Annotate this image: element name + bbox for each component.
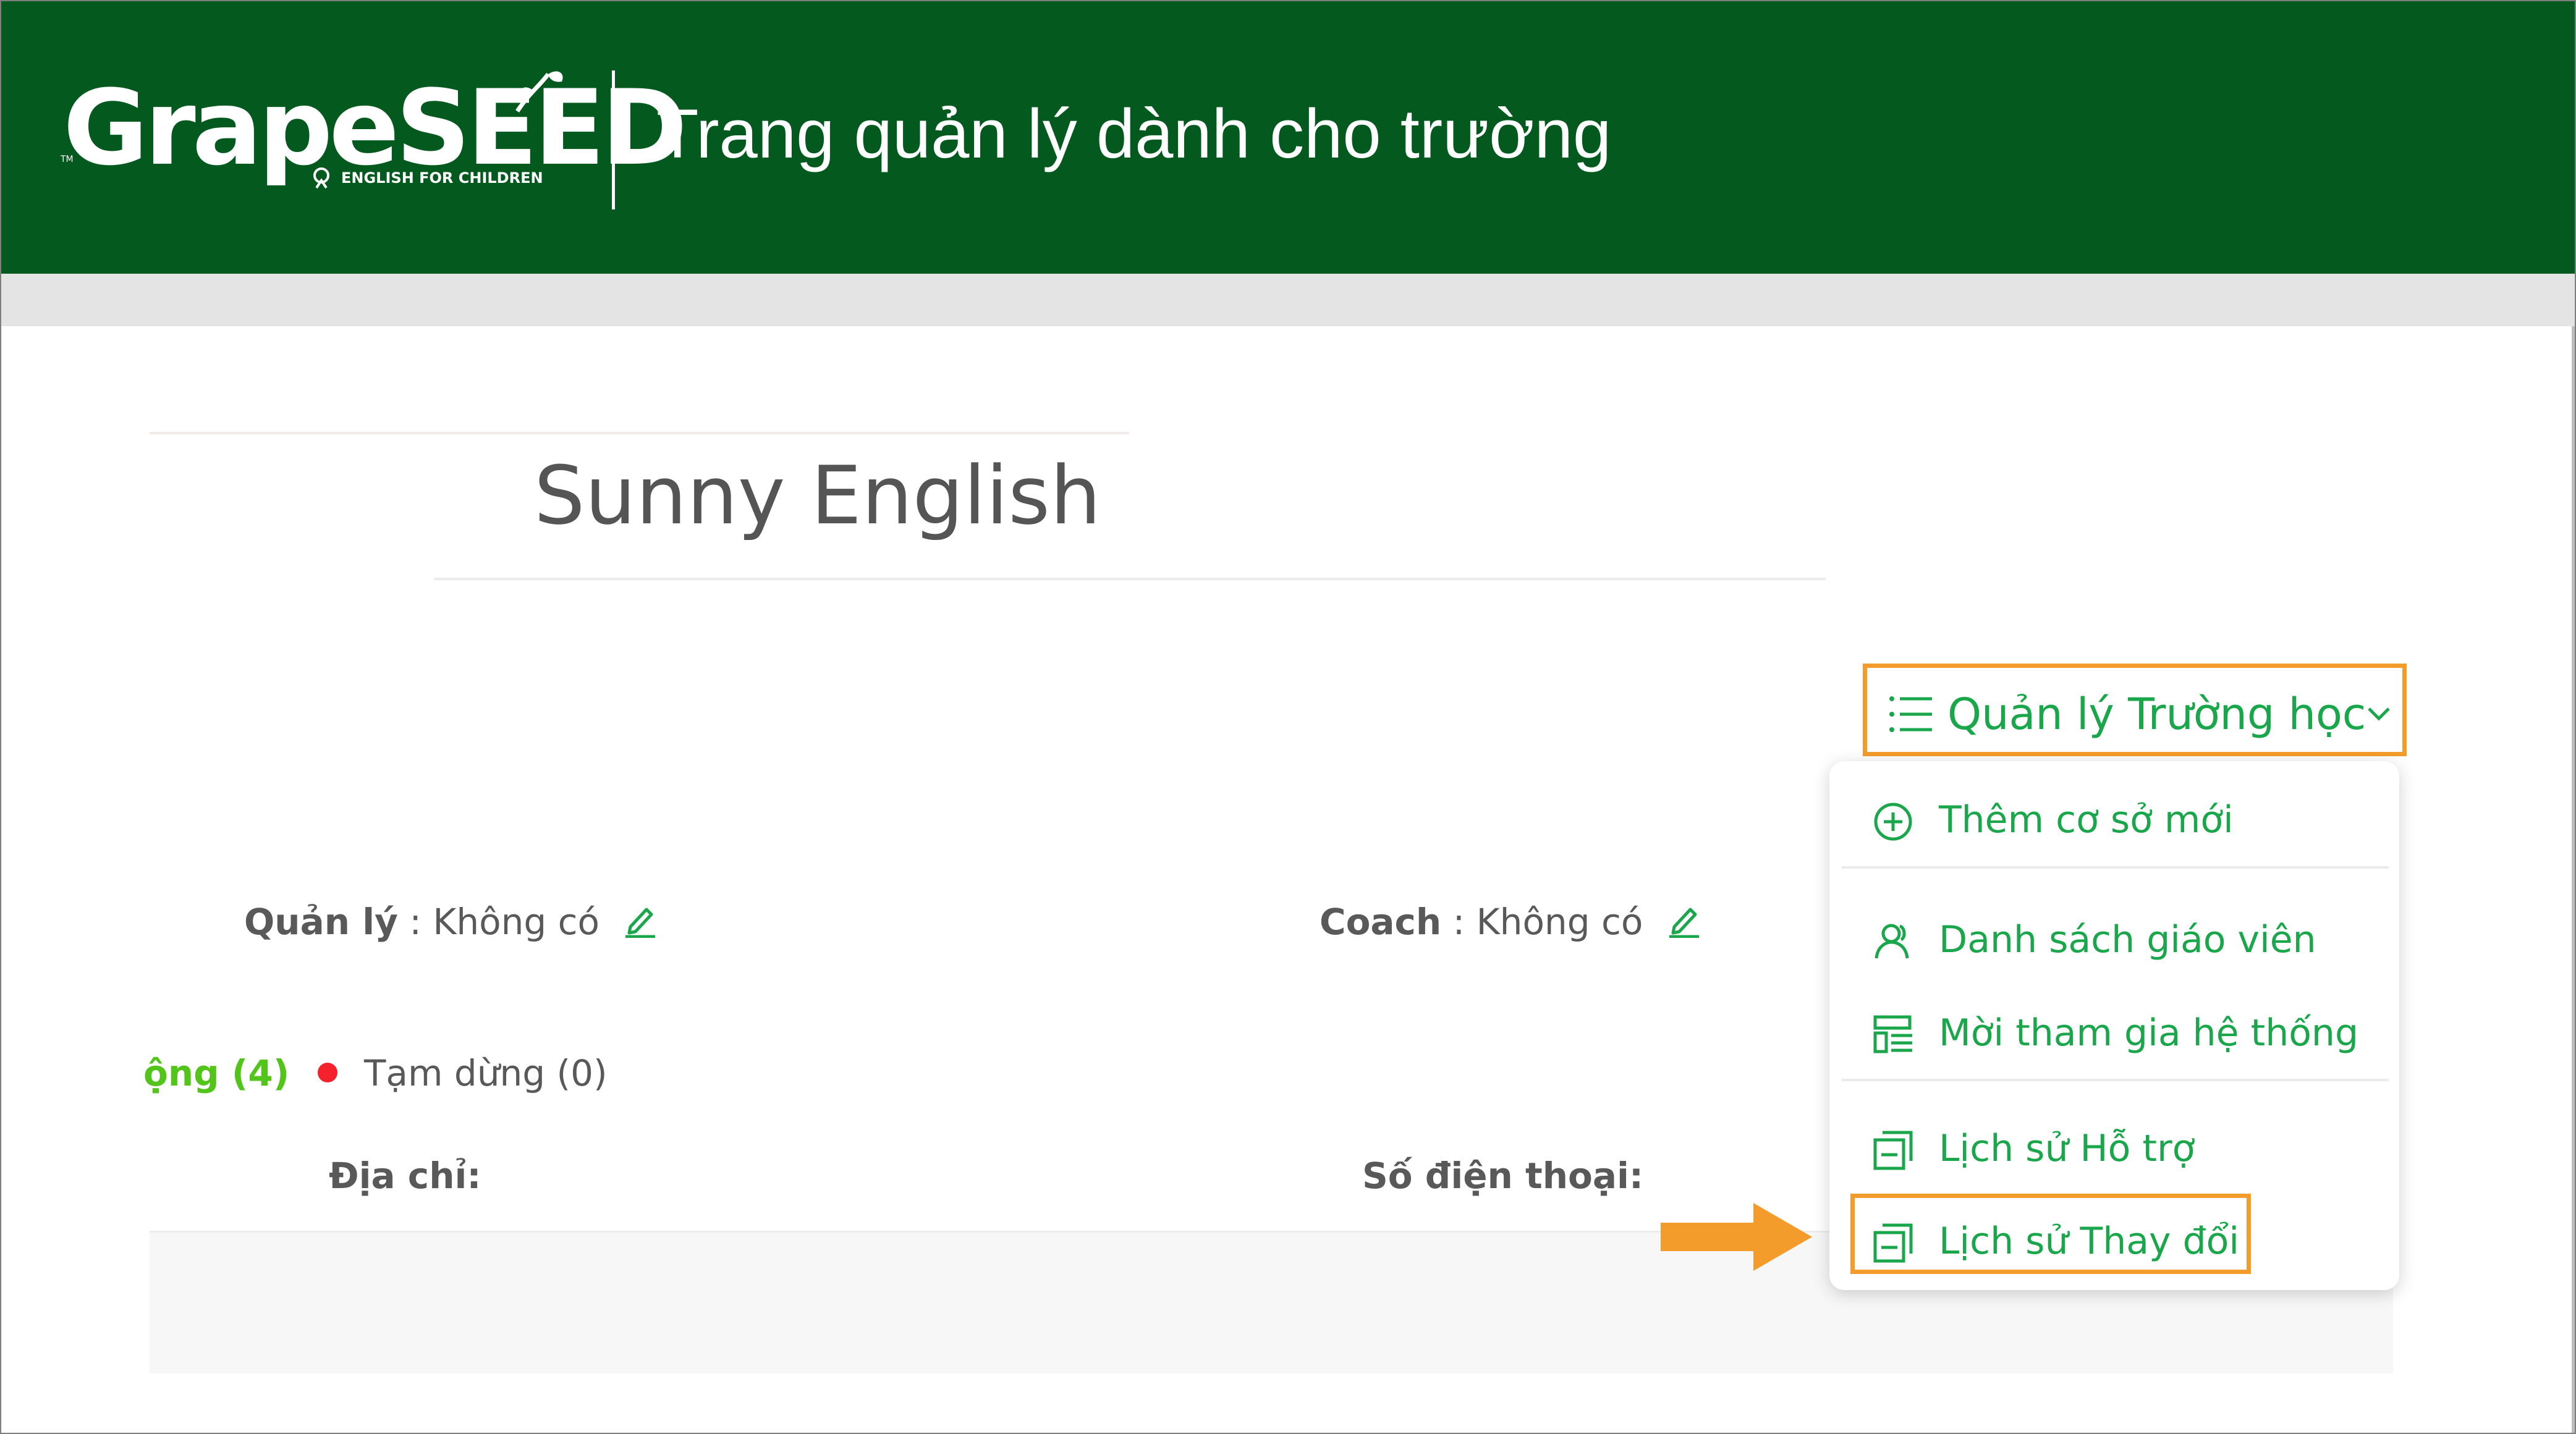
logo-trademark: TM (61, 154, 74, 164)
menu-divider (1842, 866, 2389, 869)
manager-label: Quản lý (244, 901, 398, 943)
header-sub-bar (1, 274, 2575, 326)
manager-field: Quản lý : Không có (244, 900, 658, 943)
page-frame: GrapeSEED TM ENGLISH FOR CHILDREN Trang … (0, 0, 2576, 1434)
menu-item-support-history[interactable]: Lịch sử Hỗ trợ (1873, 1115, 2367, 1183)
edit-manager-icon[interactable] (623, 902, 658, 938)
grapeseed-logo[interactable]: GrapeSEED TM ENGLISH FOR CHILDREN (61, 69, 687, 205)
menu-item-teacher-list[interactable]: Danh sách giáo viên (1873, 906, 2367, 974)
manager-value: : Không có (409, 901, 600, 943)
arrow-right-icon (1661, 1203, 1812, 1271)
invite-form-icon (1873, 1015, 1912, 1053)
menu-item-label: Thêm cơ sở mới (1939, 798, 2234, 841)
logo-tagline: ENGLISH FOR CHILDREN (341, 169, 543, 187)
history-icon (1873, 1131, 1913, 1170)
coach-field: Coach : Không có (1320, 900, 1701, 943)
edit-coach-icon[interactable] (1667, 902, 1701, 938)
logo-tag-icon (313, 167, 329, 189)
menu-item-label: Danh sách giáo viên (1939, 918, 2316, 961)
column-address: Địa chỉ: (329, 1155, 481, 1197)
chevron-down-icon (2368, 707, 2390, 721)
divider (150, 432, 1129, 434)
menu-item-add-branch[interactable]: Thêm cơ sở mới (1873, 786, 2367, 854)
menu-divider (1842, 1079, 2389, 1081)
divider (434, 578, 1826, 580)
menu-item-label: Lịch sử Hỗ trợ (1939, 1127, 2195, 1170)
app-header: GrapeSEED TM ENGLISH FOR CHILDREN Trang … (1, 1, 2575, 274)
list-icon (1889, 696, 1932, 732)
header-divider (612, 70, 615, 209)
status-active-filter[interactable]: ộng (4) (143, 1052, 289, 1095)
menu-item-invite[interactable]: Mời tham gia hệ thống (1873, 999, 2367, 1067)
status-paused-dot (318, 1063, 337, 1082)
status-paused-filter[interactable]: Tạm dừng (0) (364, 1052, 608, 1095)
school-name: Sunny English (534, 449, 1101, 542)
page-title: Trang quản lý dành cho trường (656, 95, 1612, 172)
school-management-dropdown[interactable]: Quản lý Trường học (1863, 664, 2407, 756)
highlight-annotation (1850, 1194, 2251, 1274)
leaf-icon (515, 71, 563, 112)
column-phone: Số điện thoại: (1362, 1155, 1644, 1197)
coach-label: Coach (1320, 901, 1442, 943)
menu-item-label: Mời tham gia hệ thống (1939, 1011, 2359, 1055)
right-scroll-edge (2572, 326, 2575, 1433)
plus-circle-icon (1874, 803, 1912, 841)
coach-value: : Không có (1452, 901, 1643, 943)
users-icon (1875, 924, 1909, 959)
dropdown-label: Quản lý Trường học (1947, 689, 2366, 740)
